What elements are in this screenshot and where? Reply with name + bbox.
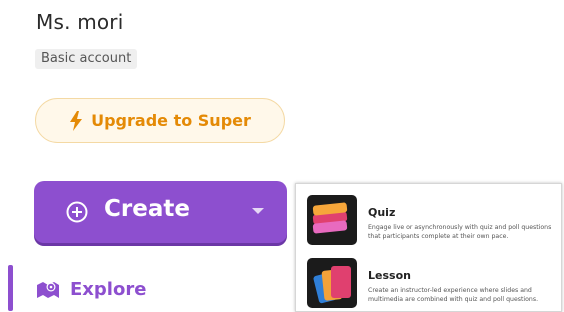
create-dropdown-menu: Quiz Engage live or asynchronously with … <box>295 183 562 312</box>
menu-item-description: Create an instructor-led experience wher… <box>368 287 539 303</box>
chevron-down-icon[interactable] <box>252 208 264 214</box>
create-button-label: Create <box>104 196 190 222</box>
quiz-stack-icon <box>307 195 357 245</box>
user-name: Ms. mori <box>36 10 124 34</box>
create-button[interactable]: Create <box>34 181 287 243</box>
menu-item-lesson[interactable]: Lesson Create an instructor-led experien… <box>296 251 561 309</box>
upgrade-to-super-button[interactable]: Upgrade to Super <box>35 98 285 143</box>
menu-item-description: Engage live or asynchronously with quiz … <box>368 224 552 240</box>
account-type-badge: Basic account <box>35 49 138 69</box>
upgrade-button-label: Upgrade to Super <box>91 111 251 130</box>
map-pin-icon <box>37 282 59 298</box>
sidebar-item-label: Explore <box>70 278 147 300</box>
menu-item-title: Quiz <box>368 206 396 219</box>
menu-item-quiz[interactable]: Quiz Engage live or asynchronously with … <box>296 188 561 246</box>
active-nav-indicator <box>8 265 13 311</box>
lesson-cards-icon <box>307 258 357 308</box>
menu-item-title: Lesson <box>368 269 411 282</box>
lightning-bolt-icon <box>70 110 83 131</box>
plus-circle-icon <box>66 201 88 223</box>
sidebar-item-explore[interactable]: Explore <box>36 275 146 303</box>
